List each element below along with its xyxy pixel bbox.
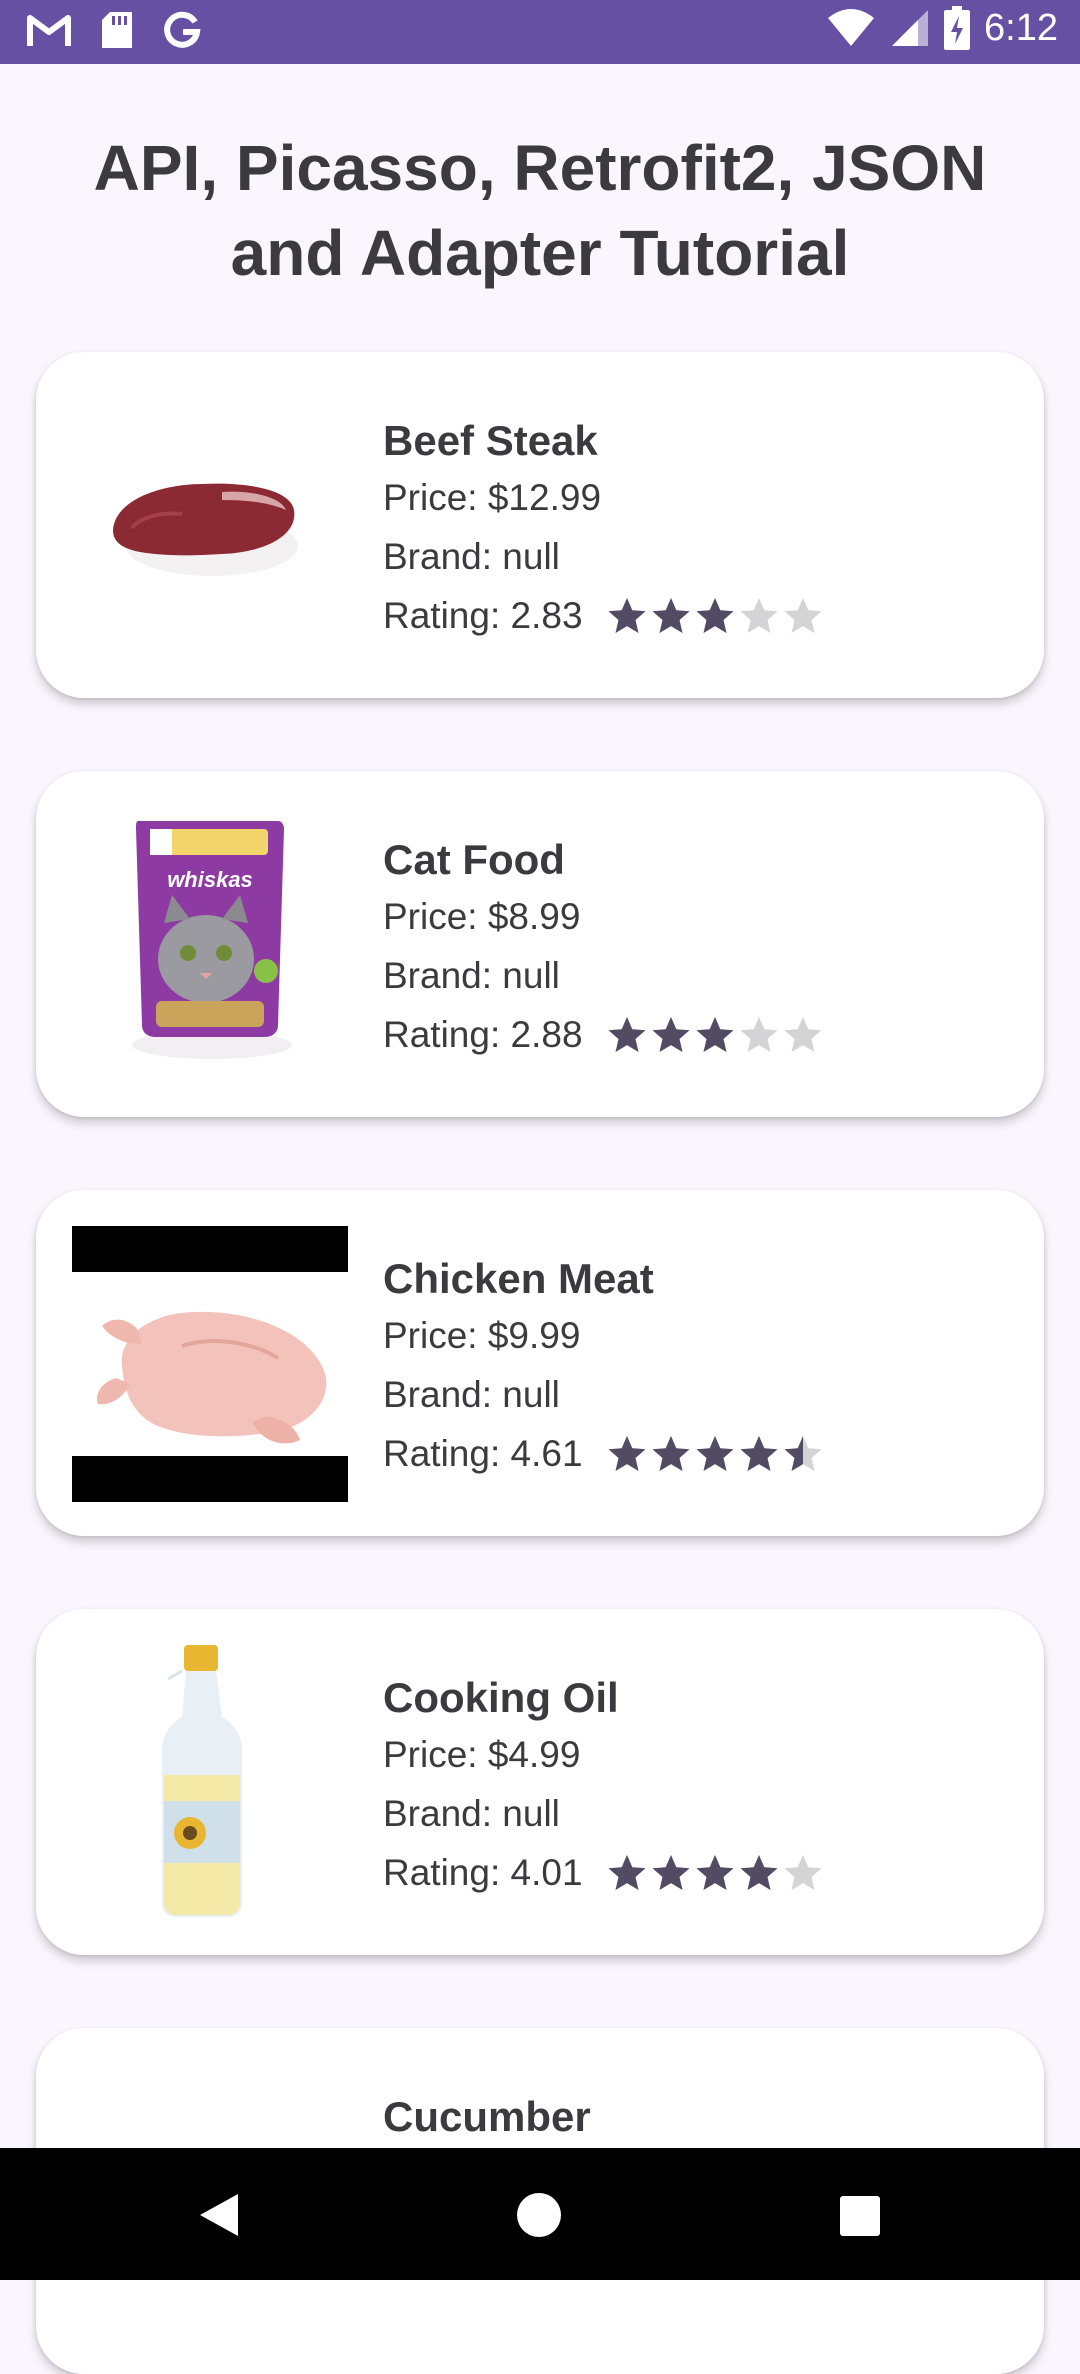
star-empty-icon bbox=[740, 597, 778, 633]
product-brand: Brand: null bbox=[383, 955, 560, 996]
product-info: Cat Food Price: $8.99 Brand: null Rating… bbox=[383, 833, 823, 1064]
page-title: API, Picasso, Retrofit2, JSON and Adapte… bbox=[93, 132, 987, 289]
product-rating-label: Rating: 4.61 bbox=[383, 1433, 583, 1474]
gmail-icon bbox=[27, 15, 71, 46]
chicken-meat-image bbox=[72, 1226, 348, 1502]
product-price: Price: $12.99 bbox=[383, 477, 602, 518]
star-filled-icon bbox=[652, 1016, 690, 1052]
sd-card-icon bbox=[102, 12, 132, 48]
rating-bar bbox=[607, 1015, 823, 1055]
star-empty-icon bbox=[784, 1854, 822, 1890]
svg-text:whiskas: whiskas bbox=[167, 867, 253, 892]
star-filled-icon bbox=[696, 1435, 734, 1471]
star-filled-icon bbox=[608, 597, 646, 633]
product-card[interactable]: Beef Steak Price: $12.99 Brand: null Rat… bbox=[36, 352, 1044, 698]
cat-food-image: whiskas bbox=[132, 821, 292, 1059]
status-time: 6:12 bbox=[984, 6, 1058, 49]
star-empty-icon bbox=[784, 597, 822, 633]
product-brand: Brand: null bbox=[383, 1793, 560, 1834]
product-card[interactable]: whiskas Cat Food Price: $8.99 Brand: nul… bbox=[36, 771, 1044, 1117]
signal-icon bbox=[892, 10, 929, 46]
product-rating-label: Rating: 2.83 bbox=[383, 595, 583, 636]
cooking-oil-image bbox=[162, 1645, 242, 1917]
star-filled-icon bbox=[696, 1016, 734, 1052]
recents-icon[interactable] bbox=[838, 2194, 882, 2238]
product-price: Price: $8.99 bbox=[383, 896, 581, 937]
star-filled-icon bbox=[740, 1435, 778, 1471]
product-card[interactable]: Cooking Oil Price: $4.99 Brand: null Rat… bbox=[36, 1609, 1044, 1955]
product-name: Beef Steak bbox=[383, 417, 598, 464]
beef-steak-image bbox=[113, 483, 298, 576]
product-price: Price: $9.99 bbox=[383, 1315, 581, 1356]
star-filled-icon bbox=[608, 1016, 646, 1052]
rating-bar bbox=[607, 596, 823, 636]
product-name: Cat Food bbox=[383, 836, 565, 883]
navigation-bar bbox=[0, 2148, 1080, 2280]
star-filled-icon bbox=[696, 597, 734, 633]
home-icon[interactable] bbox=[516, 2192, 562, 2238]
product-brand: Brand: null bbox=[383, 536, 560, 577]
star-filled-icon bbox=[652, 1435, 690, 1471]
star-filled-icon bbox=[740, 1854, 778, 1890]
product-rating-label: Rating: 2.88 bbox=[383, 1014, 583, 1055]
wifi-icon bbox=[828, 9, 875, 46]
star-filled-icon bbox=[608, 1854, 646, 1890]
product-card[interactable]: Chicken Meat Price: $9.99 Brand: null Ra… bbox=[36, 1190, 1044, 1536]
product-info: Cucumber bbox=[383, 2090, 591, 2144]
product-price: Price: $4.99 bbox=[383, 1734, 581, 1775]
product-rating-label: Rating: 4.01 bbox=[383, 1852, 583, 1893]
star-filled-icon bbox=[608, 1435, 646, 1471]
status-bar: 6:12 bbox=[0, 0, 1080, 64]
star-filled-icon bbox=[696, 1854, 734, 1890]
product-name: Chicken Meat bbox=[383, 1255, 654, 1302]
star-empty-icon bbox=[784, 1016, 822, 1052]
product-info: Beef Steak Price: $12.99 Brand: null Rat… bbox=[383, 414, 823, 645]
rating-bar bbox=[607, 1853, 823, 1893]
google-icon bbox=[164, 11, 201, 48]
product-brand: Brand: null bbox=[383, 1374, 560, 1415]
battery-charging-icon bbox=[944, 6, 971, 50]
product-name: Cooking Oil bbox=[383, 1674, 619, 1721]
back-icon[interactable] bbox=[196, 2192, 242, 2238]
product-info: Cooking Oil Price: $4.99 Brand: null Rat… bbox=[383, 1671, 823, 1902]
star-empty-icon bbox=[740, 1016, 778, 1052]
star-filled-icon bbox=[652, 1854, 690, 1890]
product-name: Cucumber bbox=[383, 2093, 591, 2140]
product-info: Chicken Meat Price: $9.99 Brand: null Ra… bbox=[383, 1252, 823, 1483]
rating-bar bbox=[607, 1434, 823, 1474]
star-filled-icon bbox=[652, 597, 690, 633]
star-half-icon bbox=[784, 1435, 822, 1471]
